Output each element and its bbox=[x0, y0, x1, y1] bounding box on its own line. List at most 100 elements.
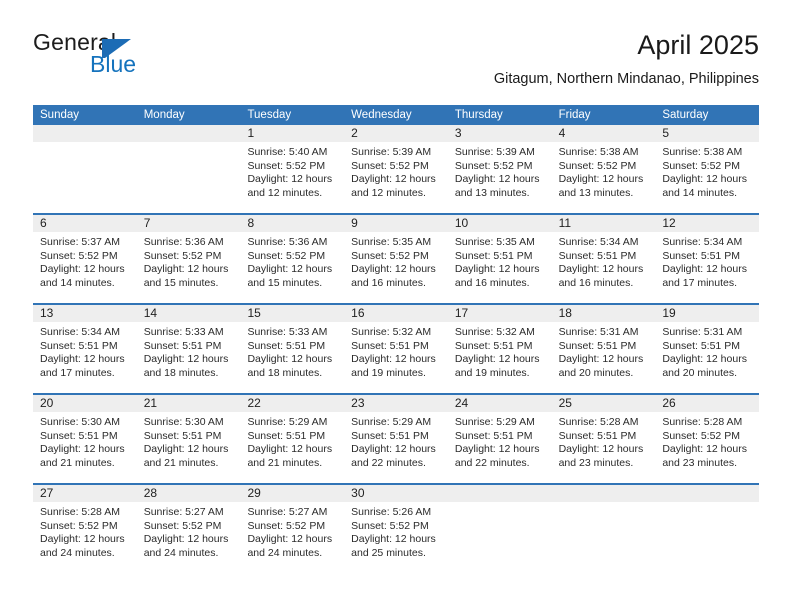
sunset-text: Sunset: 5:51 PM bbox=[351, 429, 429, 442]
daylight-text: and 17 minutes. bbox=[40, 366, 115, 379]
sunset-text: Sunset: 5:51 PM bbox=[40, 429, 118, 442]
calendar-day-cell[interactable]: 2 Sunrise: 5:39 AM Sunset: 5:52 PM Daylight… bbox=[344, 125, 448, 213]
sunset-text: Sunset: 5:52 PM bbox=[351, 159, 429, 172]
calendar-day-cell[interactable]: 12 Sunrise: 5:34 AM Sunset: 5:51 PM Dayligh… bbox=[655, 215, 760, 303]
sunset-text: Sunset: 5:51 PM bbox=[40, 339, 118, 352]
calendar-day-cell[interactable]: 10 Sunrise: 5:35 AM Sunset: 5:51 PM Dayligh… bbox=[447, 215, 552, 303]
daylight-text: and 13 minutes. bbox=[558, 186, 634, 199]
sunset-text: Sunset: 5:51 PM bbox=[454, 429, 533, 442]
sunrise-text: Sunrise: 5:29 AM bbox=[247, 416, 328, 428]
daylight-text: and 23 minutes. bbox=[662, 456, 738, 469]
weekday-header-row: Sunday Monday Tuesday Wednesday Thursday Frid… bbox=[33, 105, 759, 125]
day-number-bar bbox=[447, 485, 552, 502]
sunset-text: Sunset: 5:51 PM bbox=[662, 249, 740, 262]
calendar-day-cell[interactable]: 3 Sunrise: 5:39 AM Sunset: 5:52 PM Daylight… bbox=[447, 125, 552, 213]
sunset-text: Sunset: 5:52 PM bbox=[247, 519, 326, 532]
day-number-bar: 15 bbox=[240, 305, 345, 322]
daylight-text: and 24 minutes. bbox=[143, 546, 219, 559]
daylight-text: and 16 minutes. bbox=[454, 276, 530, 289]
calendar-day-cell[interactable]: 18 Sunrise: 5:31 AM Sunset: 5:51 PM Dayligh… bbox=[551, 305, 656, 393]
calendar-day-cell[interactable]: 8 Sunrise: 5:36 AM Sunset: 5:52 PM Daylight… bbox=[240, 215, 345, 303]
day-details: Sunrise: 5:37 AM Sunset: 5:52 PM Daylight:… bbox=[33, 232, 137, 290]
sunrise-text: Sunrise: 5:28 AM bbox=[558, 416, 639, 428]
day-number-bar: 11 bbox=[551, 215, 656, 232]
sunrise-text: Sunrise: 5:26 AM bbox=[351, 506, 432, 518]
sunrise-text: Sunrise: 5:38 AM bbox=[662, 146, 743, 158]
calendar-day-cell[interactable]: 13 Sunrise: 5:34 AM Sunset: 5:51 PM Dayligh… bbox=[33, 305, 137, 393]
calendar-day-cell-empty bbox=[551, 485, 656, 573]
sunset-text: Sunset: 5:52 PM bbox=[247, 159, 326, 172]
day-number-bar bbox=[33, 125, 137, 142]
sunset-text: Sunset: 5:52 PM bbox=[662, 159, 740, 172]
calendar-day-cell[interactable]: 6 Sunrise: 5:37 AM Sunset: 5:52 PM Daylight… bbox=[33, 215, 137, 303]
daylight-text: Daylight: 12 hours bbox=[351, 353, 436, 366]
sunrise-text: Sunrise: 5:34 AM bbox=[662, 236, 743, 248]
calendar-day-cell[interactable]: 11 Sunrise: 5:34 AM Sunset: 5:51 PM Dayligh… bbox=[551, 215, 656, 303]
daylight-text: and 13 minutes. bbox=[454, 186, 530, 199]
daylight-text: and 23 minutes. bbox=[558, 456, 634, 469]
daylight-text: Daylight: 12 hours bbox=[662, 173, 747, 186]
daylight-text: Daylight: 12 hours bbox=[351, 173, 436, 186]
day-number-bar: 16 bbox=[344, 305, 448, 322]
day-details: Sunrise: 5:28 AM Sunset: 5:52 PM Daylight:… bbox=[655, 412, 759, 470]
calendar-day-cell[interactable]: 28 Sunrise: 5:27 AM Sunset: 5:52 PM Dayligh… bbox=[136, 485, 241, 573]
sunset-text: Sunset: 5:52 PM bbox=[143, 249, 222, 262]
sunset-text: Sunset: 5:52 PM bbox=[351, 249, 429, 262]
calendar-day-cell[interactable]: 23 Sunrise: 5:29 AM Sunset: 5:51 PM Dayligh… bbox=[344, 395, 448, 483]
daylight-text: and 14 minutes. bbox=[40, 276, 115, 289]
calendar-day-cell[interactable]: 15 Sunrise: 5:33 AM Sunset: 5:51 PM Dayligh… bbox=[240, 305, 345, 393]
sunrise-text: Sunrise: 5:32 AM bbox=[454, 326, 535, 338]
calendar-day-cell[interactable]: 1 Sunrise: 5:40 AM Sunset: 5:52 PM Daylight… bbox=[240, 125, 345, 213]
weekday-header-friday: Friday bbox=[558, 109, 591, 121]
day-details: Sunrise: 5:35 AM Sunset: 5:51 PM Daylight:… bbox=[448, 232, 552, 290]
calendar-day-cell[interactable]: 5 Sunrise: 5:38 AM Sunset: 5:52 PM Daylight… bbox=[655, 125, 760, 213]
day-number: 16 bbox=[351, 306, 365, 320]
daylight-text: and 15 minutes. bbox=[247, 276, 323, 289]
sunset-text: Sunset: 5:51 PM bbox=[143, 429, 222, 442]
daylight-text: Daylight: 12 hours bbox=[454, 443, 540, 456]
sunrise-text: Sunrise: 5:35 AM bbox=[351, 236, 432, 248]
calendar-day-cell[interactable]: 16 Sunrise: 5:32 AM Sunset: 5:51 PM Dayligh… bbox=[344, 305, 448, 393]
calendar-day-cell[interactable]: 21 Sunrise: 5:30 AM Sunset: 5:51 PM Dayligh… bbox=[136, 395, 241, 483]
day-details: Sunrise: 5:34 AM Sunset: 5:51 PM Daylight:… bbox=[655, 232, 759, 290]
calendar-day-cell[interactable]: 17 Sunrise: 5:32 AM Sunset: 5:51 PM Dayligh… bbox=[447, 305, 552, 393]
calendar-day-cell[interactable]: 22 Sunrise: 5:29 AM Sunset: 5:51 PM Dayligh… bbox=[240, 395, 345, 483]
calendar-day-cell[interactable]: 26 Sunrise: 5:28 AM Sunset: 5:52 PM Dayligh… bbox=[655, 395, 760, 483]
day-number-bar: 12 bbox=[655, 215, 760, 232]
calendar-day-cell[interactable]: 20 Sunrise: 5:30 AM Sunset: 5:51 PM Dayligh… bbox=[33, 395, 137, 483]
day-details: Sunrise: 5:29 AM Sunset: 5:51 PM Daylight:… bbox=[240, 412, 344, 470]
day-number: 22 bbox=[247, 396, 261, 410]
day-details: Sunrise: 5:26 AM Sunset: 5:52 PM Daylight:… bbox=[344, 502, 448, 560]
sunset-text: Sunset: 5:51 PM bbox=[454, 249, 533, 262]
day-number-bar: 10 bbox=[447, 215, 552, 232]
daylight-text: and 24 minutes. bbox=[247, 546, 323, 559]
calendar-day-cell[interactable]: 25 Sunrise: 5:28 AM Sunset: 5:51 PM Dayligh… bbox=[551, 395, 656, 483]
day-number: 6 bbox=[40, 216, 47, 230]
daylight-text: Daylight: 12 hours bbox=[454, 263, 540, 276]
calendar-day-cell[interactable]: 7 Sunrise: 5:36 AM Sunset: 5:52 PM Daylight… bbox=[136, 215, 241, 303]
calendar-day-cell[interactable]: 9 Sunrise: 5:35 AM Sunset: 5:52 PM Daylight… bbox=[344, 215, 448, 303]
day-number-bar bbox=[136, 125, 241, 142]
daylight-text: Daylight: 12 hours bbox=[247, 173, 333, 186]
calendar-day-cell[interactable]: 30 Sunrise: 5:26 AM Sunset: 5:52 PM Dayligh… bbox=[344, 485, 448, 573]
day-number-bar: 24 bbox=[447, 395, 552, 412]
day-number: 19 bbox=[662, 306, 676, 320]
sunrise-text: Sunrise: 5:30 AM bbox=[143, 416, 224, 428]
daylight-text: and 12 minutes. bbox=[247, 186, 323, 199]
sunrise-text: Sunrise: 5:27 AM bbox=[143, 506, 224, 518]
weekday-header-wednesday: Wednesday bbox=[351, 109, 412, 121]
day-number-bar: 26 bbox=[655, 395, 760, 412]
daylight-text: Daylight: 12 hours bbox=[40, 263, 125, 276]
sunset-text: Sunset: 5:52 PM bbox=[40, 249, 118, 262]
calendar-day-cell[interactable]: 24 Sunrise: 5:29 AM Sunset: 5:51 PM Dayligh… bbox=[447, 395, 552, 483]
calendar-day-cell[interactable]: 19 Sunrise: 5:31 AM Sunset: 5:51 PM Dayligh… bbox=[655, 305, 760, 393]
calendar-day-cell[interactable]: 14 Sunrise: 5:33 AM Sunset: 5:51 PM Dayligh… bbox=[136, 305, 241, 393]
day-details: Sunrise: 5:29 AM Sunset: 5:51 PM Daylight:… bbox=[344, 412, 448, 470]
calendar-day-cell[interactable]: 29 Sunrise: 5:27 AM Sunset: 5:52 PM Dayligh… bbox=[240, 485, 345, 573]
sunrise-text: Sunrise: 5:29 AM bbox=[454, 416, 535, 428]
day-number: 17 bbox=[454, 306, 469, 320]
day-details: Sunrise: 5:30 AM Sunset: 5:51 PM Daylight:… bbox=[33, 412, 137, 470]
day-number-bar: 27 bbox=[33, 485, 137, 502]
calendar-day-cell[interactable]: 4 Sunrise: 5:38 AM Sunset: 5:52 PM Daylight… bbox=[551, 125, 656, 213]
calendar-day-cell[interactable]: 27 Sunrise: 5:28 AM Sunset: 5:52 PM Dayligh… bbox=[33, 485, 137, 573]
